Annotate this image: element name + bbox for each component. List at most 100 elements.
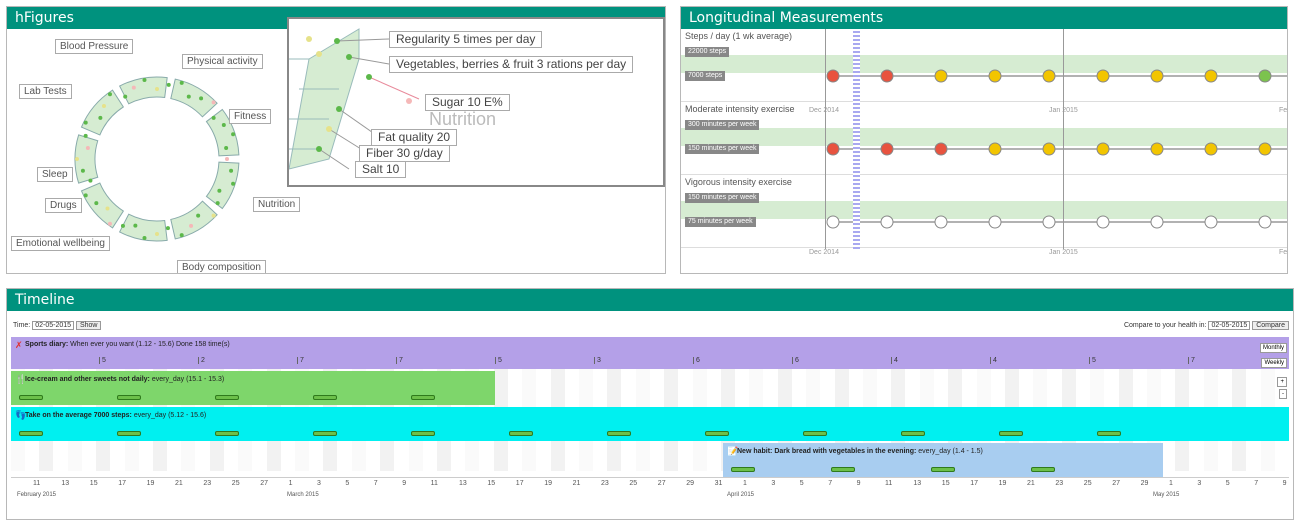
label-lab-tests[interactable]: Lab Tests <box>19 84 72 99</box>
ring-point[interactable] <box>225 157 229 161</box>
ring-point[interactable] <box>217 188 222 193</box>
progress-pill[interactable] <box>831 467 855 472</box>
ring-point[interactable] <box>224 146 229 151</box>
progress-pill[interactable] <box>313 431 337 436</box>
time-input[interactable]: 02-05-2015 <box>32 321 75 330</box>
ring-point[interactable] <box>80 168 85 173</box>
measurement-point[interactable] <box>1042 215 1056 229</box>
label-emotional-wellbeing[interactable]: Emotional wellbeing <box>11 236 110 251</box>
label-fitness[interactable]: Fitness <box>229 109 272 124</box>
ring-point[interactable] <box>179 80 184 85</box>
progress-pill[interactable] <box>999 431 1023 436</box>
progress-pill[interactable] <box>19 395 43 400</box>
measurement-point[interactable] <box>880 69 894 83</box>
label-drugs[interactable]: Drugs <box>45 198 82 213</box>
ring-point[interactable] <box>155 232 159 236</box>
monthly-button[interactable]: Monthly <box>1259 343 1287 353</box>
zoom-salt[interactable]: Salt 10 <box>355 161 407 178</box>
ring-point[interactable] <box>165 226 170 231</box>
lm-series-chart[interactable] <box>681 175 1288 248</box>
label-blood-pressure[interactable]: Blood Pressure <box>55 39 134 54</box>
ring-point[interactable] <box>211 115 216 120</box>
lane-sports[interactable]: ✗ Sports diary: When ever you want (1.12… <box>11 337 1289 369</box>
measurement-point[interactable] <box>988 69 1002 83</box>
ring-segment[interactable] <box>170 78 218 118</box>
progress-pill[interactable] <box>411 395 435 400</box>
progress-pill[interactable] <box>931 467 955 472</box>
ring-point[interactable] <box>83 133 88 138</box>
measurement-point[interactable] <box>1150 142 1164 156</box>
ring-point[interactable] <box>105 206 110 211</box>
progress-pill[interactable] <box>411 431 435 436</box>
weekly-button[interactable]: Weekly <box>1261 358 1287 368</box>
progress-pill[interactable] <box>215 395 239 400</box>
compare-input[interactable]: 02-05-2015 <box>1208 321 1251 330</box>
ring-point[interactable] <box>215 201 220 206</box>
ring-point[interactable] <box>166 82 171 87</box>
measurement-point[interactable] <box>1258 215 1272 229</box>
ring-point[interactable] <box>199 96 204 101</box>
ring-point[interactable] <box>120 223 125 228</box>
progress-pill[interactable] <box>705 431 729 436</box>
zoom-plus-button[interactable]: + <box>1277 377 1287 387</box>
ring-point[interactable] <box>142 236 147 241</box>
measurement-point[interactable] <box>1258 142 1272 156</box>
ring-point[interactable] <box>133 223 138 228</box>
measurement-point[interactable] <box>1096 215 1110 229</box>
ring-point[interactable] <box>179 233 184 238</box>
progress-pill[interactable] <box>215 431 239 436</box>
ring-segment[interactable] <box>80 182 125 229</box>
ring-segment[interactable] <box>80 89 125 136</box>
lm-series-chart[interactable] <box>681 29 1288 102</box>
ring-point[interactable] <box>211 213 216 218</box>
ring-point[interactable] <box>107 92 112 97</box>
progress-pill[interactable] <box>313 395 337 400</box>
nutrition-zoom-box[interactable]: Regularity 5 times per day Vegetables, b… <box>287 17 665 187</box>
ring-point[interactable] <box>196 213 201 218</box>
progress-pill[interactable] <box>117 431 141 436</box>
measurement-point[interactable] <box>988 215 1002 229</box>
ring-point[interactable] <box>155 87 159 91</box>
lane-icecream[interactable]: 🍴 Ice-cream and other sweets not daily: … <box>11 371 495 405</box>
ring-point[interactable] <box>101 103 106 108</box>
ring-point[interactable] <box>231 132 236 137</box>
progress-pill[interactable] <box>803 431 827 436</box>
ring-point[interactable] <box>107 221 112 226</box>
ring-point[interactable] <box>211 100 216 105</box>
measurement-point[interactable] <box>1096 69 1110 83</box>
progress-pill[interactable] <box>509 431 533 436</box>
measurement-point[interactable] <box>826 215 840 229</box>
progress-pill[interactable] <box>901 431 925 436</box>
lane-new-habit[interactable]: 📝 New habit: Dark bread with vegetables … <box>723 443 1163 477</box>
compare-button[interactable]: Compare <box>1252 321 1289 330</box>
zoom-minus-button[interactable]: - <box>1279 389 1287 399</box>
show-button[interactable]: Show <box>75 321 102 330</box>
measurement-point[interactable] <box>1204 215 1218 229</box>
current-time-marker[interactable] <box>853 29 860 249</box>
ring-point[interactable] <box>123 94 128 99</box>
label-physical-activity[interactable]: Physical activity <box>182 54 263 69</box>
measurement-point[interactable] <box>1258 69 1272 83</box>
measurement-point[interactable] <box>826 69 840 83</box>
measurement-point[interactable] <box>826 142 840 156</box>
measurement-point[interactable] <box>934 69 948 83</box>
progress-pill[interactable] <box>1097 431 1121 436</box>
label-sleep[interactable]: Sleep <box>37 167 73 182</box>
measurement-point[interactable] <box>1042 69 1056 83</box>
zoom-fiber[interactable]: Fiber 30 g/day <box>359 145 450 162</box>
lm-series-chart[interactable] <box>681 102 1288 175</box>
ring-point[interactable] <box>94 201 99 206</box>
ring-point[interactable] <box>231 181 236 186</box>
measurement-point[interactable] <box>934 215 948 229</box>
measurement-point[interactable] <box>1204 142 1218 156</box>
zoom-fat-quality[interactable]: Fat quality 20 <box>371 129 458 146</box>
label-body-composition[interactable]: Body composition <box>177 260 266 273</box>
ring-point[interactable] <box>85 146 90 151</box>
measurement-point[interactable] <box>1204 69 1218 83</box>
measurement-point[interactable] <box>880 215 894 229</box>
zoom-regularity[interactable]: Regularity 5 times per day <box>389 31 543 48</box>
ring-point[interactable] <box>83 120 88 125</box>
ring-point[interactable] <box>186 94 191 99</box>
measurement-point[interactable] <box>988 142 1002 156</box>
progress-pill[interactable] <box>1031 467 1055 472</box>
